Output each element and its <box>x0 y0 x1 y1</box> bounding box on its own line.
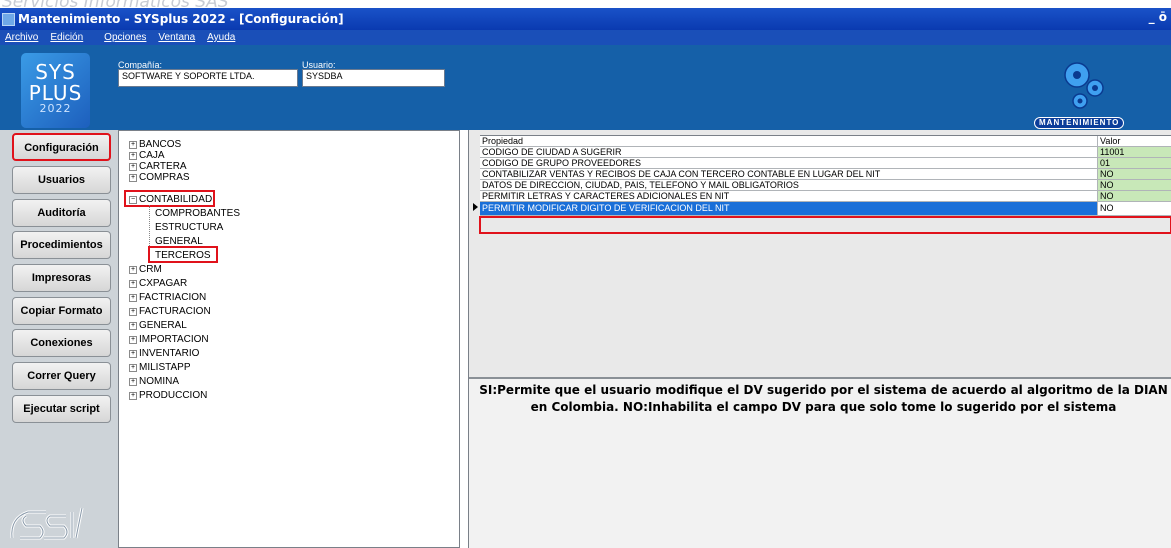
table-row[interactable]: PERMITIR LETRAS Y CARACTERES ADICIONALES… <box>480 191 1171 202</box>
value-cell[interactable]: NO <box>1098 191 1171 201</box>
title-bar: Mantenimiento - SYSplus 2022 - [Configur… <box>0 8 1171 30</box>
expand-icon[interactable]: + <box>129 308 137 316</box>
menu-edicion[interactable]: Edición <box>50 32 83 43</box>
description-line2: en Colombia. NO:Inhabilita el campo DV p… <box>530 400 1117 414</box>
properties-pane: Propiedad Valor CODIGO DE CIUDAD A SUGER… <box>468 130 1171 548</box>
tree-node-caja[interactable]: + CAJA <box>129 150 165 161</box>
property-cell: CONTABILIZAR VENTAS Y RECIBOS DE CAJA CO… <box>480 169 1098 179</box>
column-valor[interactable]: Valor <box>1098 136 1171 146</box>
table-row[interactable]: CODIGO DE CIUDAD A SUGERIR 11001 <box>480 147 1171 158</box>
impresoras-button[interactable]: Impresoras <box>12 264 111 292</box>
tree-node-comprobantes[interactable]: COMPROBANTES <box>155 208 240 219</box>
table-row-selected[interactable]: PERMITIR MODIFICAR DIGITO DE VERIFICACIO… <box>473 202 1171 216</box>
app-window: Servicios Informáticos SAS Mantenimiento… <box>0 0 1171 548</box>
menu-ventana[interactable]: Ventana <box>158 32 195 43</box>
property-cell: CODIGO DE GRUPO PROVEEDORES <box>480 158 1098 168</box>
table-row[interactable]: DATOS DE DIRECCION, CIUDAD, PAIS, TELEFO… <box>480 180 1171 191</box>
property-cell: DATOS DE DIRECCION, CIUDAD, PAIS, TELEFO… <box>480 180 1098 190</box>
conexiones-button[interactable]: Conexiones <box>12 329 111 357</box>
expand-icon[interactable]: + <box>129 392 137 400</box>
expand-icon[interactable]: + <box>129 322 137 330</box>
ejecutar-script-button[interactable]: Ejecutar script <box>12 395 111 423</box>
mantenimiento-badge: MANTENIMIENTO <box>1034 117 1125 129</box>
expand-icon[interactable]: + <box>129 141 137 149</box>
expand-icon[interactable]: + <box>129 350 137 358</box>
expand-icon[interactable]: + <box>129 336 137 344</box>
table-row[interactable]: CODIGO DE GRUPO PROVEEDORES 01 <box>480 158 1171 169</box>
tree-node-cxpagar[interactable]: + CXPAGAR <box>129 278 187 289</box>
company-field[interactable]: SOFTWARE Y SOPORTE LTDA. <box>118 69 298 87</box>
app-icon <box>2 12 15 26</box>
property-cell: CODIGO DE CIUDAD A SUGERIR <box>480 147 1098 157</box>
header-panel: SYS PLUS 2022 Compañía: SOFTWARE Y SOPOR… <box>0 45 1171 130</box>
logo-plus: PLUS <box>28 81 83 105</box>
property-cell: PERMITIR MODIFICAR DIGITO DE VERIFICACIO… <box>480 202 1098 215</box>
expand-icon[interactable]: + <box>129 280 137 288</box>
expand-icon[interactable]: + <box>129 378 137 386</box>
column-propiedad[interactable]: Propiedad <box>480 136 1098 146</box>
copiar-formato-button[interactable]: Copiar Formato <box>12 297 111 325</box>
menu-opciones[interactable]: Opciones <box>104 32 146 43</box>
ssi-logo-icon <box>10 507 84 540</box>
value-cell[interactable]: NO <box>1098 202 1171 215</box>
description-line1: SI:Permite que el usuario modifique el D… <box>479 383 1168 397</box>
expand-icon[interactable]: + <box>129 294 137 302</box>
properties-grid: Propiedad Valor CODIGO DE CIUDAD A SUGER… <box>473 135 1171 234</box>
auditoria-button[interactable]: Auditoría <box>12 199 111 227</box>
gears-icon <box>1064 62 1104 109</box>
procedimientos-button[interactable]: Procedimientos <box>12 231 111 259</box>
configuracion-button[interactable]: Configuración <box>12 133 111 161</box>
menu-bar: Archivo Edición Opciones Ventana Ayuda <box>0 30 1171 45</box>
expand-icon[interactable]: + <box>129 364 137 372</box>
tree-node-cartera[interactable]: + CARTERA <box>129 161 187 172</box>
highlight-selected-row <box>479 216 1171 234</box>
tree-node-estructura[interactable]: ESTRUCTURA <box>155 222 223 233</box>
highlight-contabilidad <box>124 190 215 207</box>
tree-node-general[interactable]: + GENERAL <box>129 320 187 331</box>
menu-archivo[interactable]: Archivo <box>5 32 38 43</box>
tree-node-facturacion[interactable]: + FACTURACION <box>129 306 211 317</box>
value-cell[interactable]: NO <box>1098 169 1171 179</box>
tree-node-milistapp[interactable]: + MILISTAPP <box>129 362 191 373</box>
tree-node-crm[interactable]: + CRM <box>129 264 162 275</box>
sysplus-logo: SYS PLUS 2022 <box>21 53 90 128</box>
tree-node-produccion[interactable]: + PRODUCCION <box>129 390 207 401</box>
value-cell[interactable]: 01 <box>1098 158 1171 168</box>
property-cell: PERMITIR LETRAS Y CARACTERES ADICIONALES… <box>480 191 1098 201</box>
correr-query-button[interactable]: Correr Query <box>12 362 111 390</box>
value-cell[interactable]: NO <box>1098 180 1171 190</box>
config-tree: + BANCOS + CAJA + CARTERA + COMPRAS − CONTABI… <box>118 130 460 548</box>
tree-node-factriacion[interactable]: + FACTRIACION <box>129 292 206 303</box>
usuarios-button[interactable]: Usuarios <box>12 166 111 194</box>
value-cell[interactable]: 11001 <box>1098 147 1171 157</box>
user-field[interactable]: SYSDBA <box>302 69 445 87</box>
row-pointer-icon <box>473 203 478 211</box>
expand-icon[interactable]: + <box>129 152 137 160</box>
menu-ayuda[interactable]: Ayuda <box>207 32 235 43</box>
sidebar: Configuración Usuarios Auditoría Procedi… <box>0 130 118 548</box>
tree-node-compras[interactable]: + COMPRAS <box>129 172 190 183</box>
property-description: SI:Permite que el usuario modifique el D… <box>469 377 1171 548</box>
tree-node-importacion[interactable]: + IMPORTACION <box>129 334 209 345</box>
highlight-terceros <box>148 246 218 263</box>
table-row[interactable]: CONTABILIZAR VENTAS Y RECIBOS DE CAJA CO… <box>480 169 1171 180</box>
tree-node-bancos[interactable]: + BANCOS <box>129 139 181 150</box>
tree-node-inventario[interactable]: + INVENTARIO <box>129 348 199 359</box>
expand-icon[interactable]: + <box>129 163 137 171</box>
tree-node-nomina[interactable]: + NOMINA <box>129 376 179 387</box>
grid-header: Propiedad Valor <box>480 136 1171 147</box>
expand-icon[interactable]: + <box>129 174 137 182</box>
expand-icon[interactable]: + <box>129 266 137 274</box>
window-controls[interactable]: _ ō <box>1149 10 1167 24</box>
window-title: Mantenimiento - SYSplus 2022 - [Configur… <box>18 12 344 26</box>
